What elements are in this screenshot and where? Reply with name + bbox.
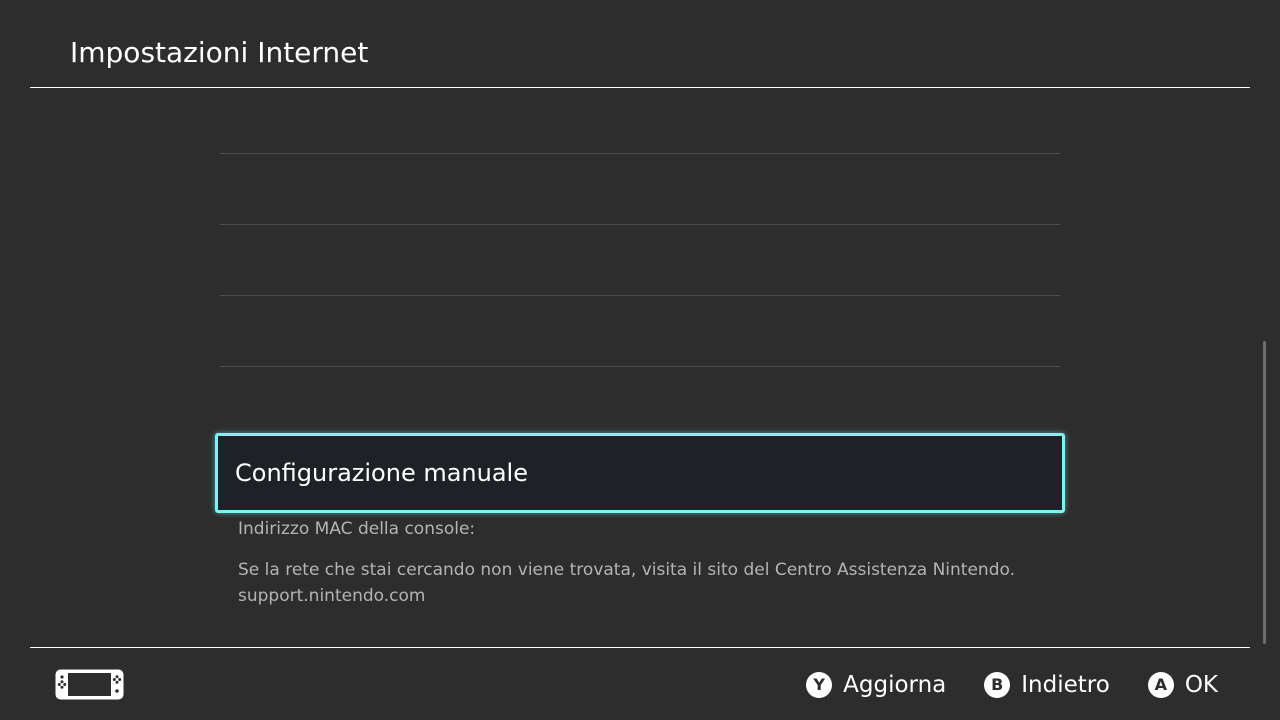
b-button-icon: B [984, 672, 1011, 698]
row-separator [220, 295, 1060, 296]
row-separator [220, 224, 1060, 225]
back-label: Indietro [1021, 672, 1110, 698]
y-button-icon: Y [806, 672, 833, 698]
network-list-row-empty[interactable] [220, 155, 1060, 225]
network-list-row-empty[interactable] [220, 226, 1060, 296]
network-list-row-empty[interactable] [220, 297, 1060, 367]
row-separator [220, 153, 1060, 154]
back-button[interactable]: B Indietro [984, 672, 1110, 698]
footer-controls: Y Aggiorna B Indietro A OK [806, 664, 1218, 706]
manual-setup-label: Configurazione manuale [235, 459, 528, 487]
network-list-row-empty[interactable] [220, 84, 1060, 154]
manual-setup-item[interactable]: Configurazione manuale [215, 433, 1065, 513]
footer-divider [30, 647, 1250, 648]
scrollbar[interactable] [1263, 341, 1266, 644]
switch-console-icon [55, 669, 124, 700]
refresh-button[interactable]: Y Aggiorna [806, 672, 946, 698]
a-button-icon: A [1147, 672, 1174, 698]
refresh-label: Aggiorna [843, 672, 947, 698]
ok-button[interactable]: A OK [1147, 672, 1218, 698]
ok-label: OK [1184, 672, 1218, 698]
row-separator [220, 366, 1060, 367]
page-title: Impostazioni Internet [70, 36, 369, 69]
help-text: Se la rete che stai cercando non viene t… [238, 560, 1015, 580]
internet-settings-screen: Impostazioni Internet Configurazione man… [0, 0, 1280, 720]
support-url: support.nintendo.com [238, 586, 426, 606]
mac-address-label: Indirizzo MAC della console: [238, 519, 476, 539]
